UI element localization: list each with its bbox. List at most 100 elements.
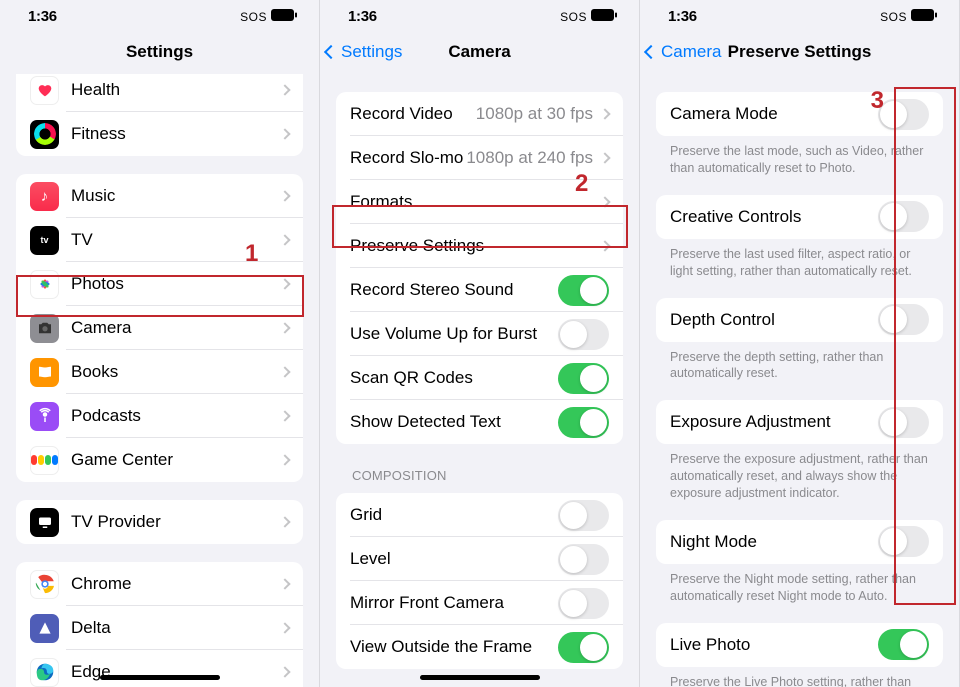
row-tv[interactable]: tv TV [16,218,303,262]
row-detail: 1080p at 30 fps [476,104,593,124]
camera-icon [30,314,59,343]
row-camera-mode[interactable]: Camera Mode [656,92,943,136]
row-label: Books [71,362,281,382]
chevron-left-icon [644,45,658,59]
row-label: Mirror Front Camera [350,593,558,613]
toggle-live-photo[interactable] [878,629,929,660]
group-depth-control: Depth Control [656,298,943,342]
group-apps: Chrome Delta Edge Fi [16,562,303,687]
footer-camera-mode: Preserve the last mode, such as Video, r… [670,143,929,177]
footer-night-mode: Preserve the Night mode setting, rather … [670,571,929,605]
row-game-center[interactable]: Game Center [16,438,303,482]
row-label: TV [71,230,281,250]
row-formats[interactable]: Formats [336,180,623,224]
row-label: Delta [71,618,281,638]
toggle-mirror-front[interactable] [558,588,609,619]
row-edge[interactable]: Edge [16,650,303,687]
row-creative-controls[interactable]: Creative Controls [656,195,943,239]
row-detected-text[interactable]: Show Detected Text [336,400,623,444]
toggle-level[interactable] [558,544,609,575]
group-health: Health Fitness [16,68,303,156]
footer-depth-control: Preserve the depth setting, rather than … [670,349,929,383]
row-depth-control[interactable]: Depth Control [656,298,943,342]
chevron-right-icon [599,196,610,207]
row-grid[interactable]: Grid [336,493,623,537]
status-sos: SOS [560,10,587,24]
row-record-slomo[interactable]: Record Slo-mo 1080p at 240 fps [336,136,623,180]
toggle-view-outside[interactable] [558,632,609,663]
row-volume-burst[interactable]: Use Volume Up for Burst [336,312,623,356]
row-books[interactable]: Books [16,350,303,394]
back-button[interactable]: Settings [326,42,402,62]
screen-settings: 1:36 SOS Settings Health Fitness ♪ [0,0,320,687]
settings-list: Health Fitness ♪ Music tv TV [0,68,319,687]
row-label: Creative Controls [670,207,878,227]
row-mirror-front[interactable]: Mirror Front Camera [336,581,623,625]
row-podcasts[interactable]: Podcasts [16,394,303,438]
row-label: TV Provider [71,512,281,532]
status-time: 1:36 [668,8,697,25]
status-bar: 1:36 SOS [0,0,319,30]
fitness-icon [30,120,59,149]
row-label: Scan QR Codes [350,368,558,388]
status-sos: SOS [240,10,267,24]
nav-bar: Settings Camera [320,30,639,74]
row-label: Camera Mode [670,104,878,124]
row-label: Chrome [71,574,281,594]
row-label: Level [350,549,558,569]
row-music[interactable]: ♪ Music [16,174,303,218]
row-view-outside-frame[interactable]: View Outside the Frame [336,625,623,669]
row-scan-qr[interactable]: Scan QR Codes [336,356,623,400]
toggle-night-mode[interactable] [878,526,929,557]
chevron-right-icon [599,108,610,119]
group-tvprovider: TV Provider [16,500,303,544]
row-label: Depth Control [670,310,878,330]
toggle-camera-mode[interactable] [878,99,929,130]
toggle-grid[interactable] [558,500,609,531]
back-button[interactable]: Camera [646,42,721,62]
row-label: Podcasts [71,406,281,426]
page-title: Settings [126,42,193,62]
home-indicator[interactable] [420,675,540,680]
toggle-volume-burst[interactable] [558,319,609,350]
row-night-mode[interactable]: Night Mode [656,520,943,564]
row-label: Preserve Settings [350,236,601,256]
footer-exposure: Preserve the exposure adjustment, rather… [670,451,929,502]
row-level[interactable]: Level [336,537,623,581]
row-delta[interactable]: Delta [16,606,303,650]
toggle-detected-text[interactable] [558,407,609,438]
status-right: SOS [560,9,617,24]
row-tv-provider[interactable]: TV Provider [16,500,303,544]
row-label: Record Slo-mo [350,148,466,168]
row-label: View Outside the Frame [350,637,558,657]
row-exposure[interactable]: Exposure Adjustment [656,400,943,444]
battery-icon [591,9,617,24]
home-indicator[interactable] [100,675,220,680]
chevron-right-icon [279,234,290,245]
footer-live-photo: Preserve the Live Photo setting, rather … [670,674,929,687]
row-fitness[interactable]: Fitness [16,112,303,156]
row-label: Camera [71,318,281,338]
toggle-depth-control[interactable] [878,304,929,335]
toggle-scan-qr[interactable] [558,363,609,394]
toggle-creative-controls[interactable] [878,201,929,232]
row-live-photo[interactable]: Live Photo [656,623,943,667]
group-composition: Grid Level Mirror Front Camera View Outs… [336,493,623,669]
toggle-stereo-sound[interactable] [558,275,609,306]
chevron-right-icon [279,578,290,589]
row-stereo-sound[interactable]: Record Stereo Sound [336,268,623,312]
row-preserve-settings[interactable]: Preserve Settings [336,224,623,268]
group-camera-mode: Camera Mode [656,92,943,136]
row-detail: 1080p at 240 fps [466,148,593,168]
row-health[interactable]: Health [16,68,303,112]
row-record-video[interactable]: Record Video 1080p at 30 fps [336,92,623,136]
toggle-exposure[interactable] [878,407,929,438]
tv-icon: tv [30,226,59,255]
game-center-icon [30,446,59,475]
chevron-right-icon [279,366,290,377]
preserve-list: Camera Mode Preserve the last mode, such… [640,92,959,687]
row-chrome[interactable]: Chrome [16,562,303,606]
row-photos[interactable]: Photos [16,262,303,306]
row-camera[interactable]: Camera [16,306,303,350]
chevron-right-icon [279,454,290,465]
